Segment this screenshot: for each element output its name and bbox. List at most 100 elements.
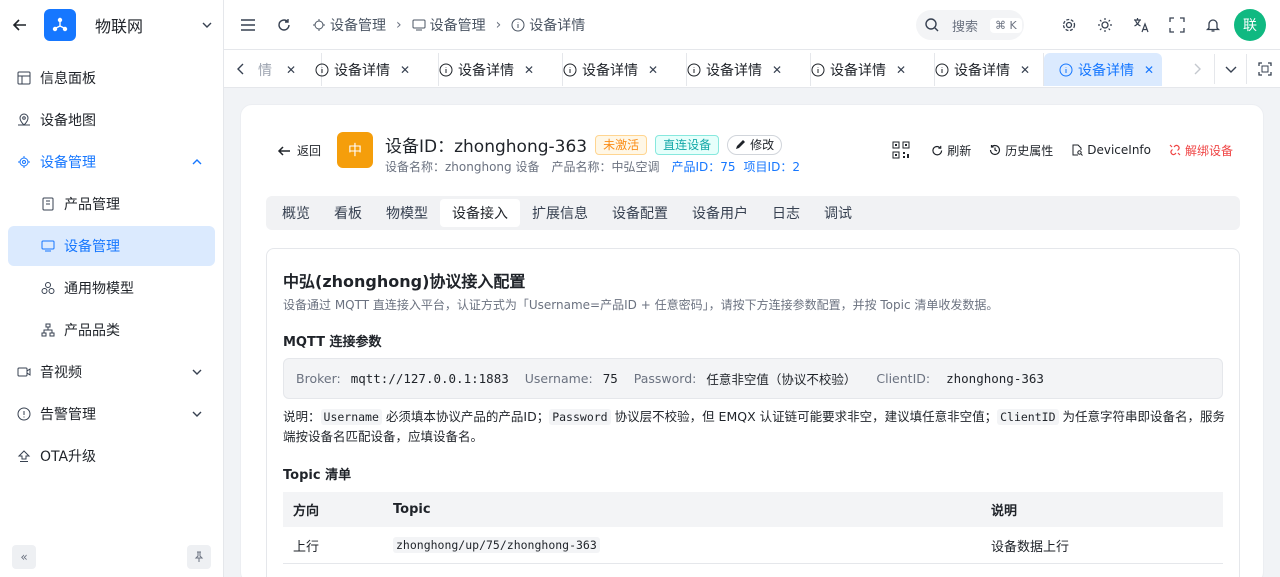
- qrcode-icon: [892, 141, 910, 159]
- close-icon[interactable]: ✕: [1020, 63, 1030, 77]
- refresh-button[interactable]: 刷新: [932, 142, 971, 159]
- close-icon[interactable]: ✕: [896, 63, 906, 77]
- tab-partial[interactable]: 情 ✕: [256, 53, 322, 86]
- app-logo: [44, 9, 76, 41]
- close-icon[interactable]: ✕: [400, 63, 410, 77]
- topic-code[interactable]: zhonghong/up/75/zhonghong-363: [393, 536, 600, 553]
- chevron-left-icon[interactable]: [234, 62, 248, 76]
- tab-device-detail[interactable]: 设备详情 ✕: [687, 53, 811, 86]
- info-icon: [1059, 63, 1073, 76]
- sidebar-item-device-map[interactable]: 设备地图: [8, 100, 215, 140]
- tab-label: 设备详情: [458, 62, 514, 79]
- model-icon: [40, 280, 56, 296]
- chevron-down-icon: [192, 369, 202, 375]
- subtab-dashboard[interactable]: 看板: [322, 199, 374, 227]
- sidebar-item-device-management[interactable]: 设备管理: [8, 142, 215, 182]
- collapse-sidebar-icon[interactable]: «: [12, 545, 36, 569]
- page-tabs: 情 ✕ 设备详情 ✕ 设备详情 ✕ 设备详情 ✕ 设备详情 ✕ 设备详情 ✕ 设…: [224, 50, 1280, 88]
- sidebar-item-product-management[interactable]: 产品管理: [8, 184, 215, 224]
- upgrade-icon: [16, 448, 32, 464]
- subtab-thing-model[interactable]: 物模型: [374, 199, 440, 227]
- header-actions: 刷新 历史属性 DeviceInfo 解绑设备: [874, 141, 1233, 159]
- sidebar-item-ota[interactable]: OTA升级: [8, 436, 215, 476]
- subtab-debug[interactable]: 调试: [812, 199, 864, 227]
- history-label: 历史属性: [1005, 143, 1054, 158]
- sidebar-item-label: 音视频: [40, 365, 82, 381]
- chevron-down-icon[interactable]: [1224, 62, 1238, 76]
- sidebar-footer: «: [0, 545, 223, 569]
- tab-device-detail[interactable]: 设备详情 ✕: [439, 53, 563, 86]
- product-id-link[interactable]: 产品ID：75: [671, 158, 735, 175]
- device-detail-card: 返回 中 设备ID：zhonghong-363 未激活 直连设备 修改 设备名称…: [240, 104, 1264, 577]
- search-button[interactable]: 搜索 ⌘ K: [916, 10, 1024, 40]
- breadcrumb-separator: ›: [495, 16, 502, 33]
- password-key: Password:: [633, 371, 697, 386]
- subtab-device-config[interactable]: 设备配置: [600, 199, 680, 227]
- close-icon[interactable]: ✕: [524, 63, 534, 77]
- connection-badge: 直连设备: [655, 134, 720, 155]
- translate-icon[interactable]: [1132, 16, 1150, 34]
- clientid-value: zhonghong-363: [946, 371, 1044, 386]
- avatar[interactable]: 联: [1234, 9, 1266, 41]
- subtab-overview[interactable]: 概览: [270, 199, 322, 227]
- topic-cell: zhonghong/up/75/zhonghong-363: [393, 536, 991, 553]
- breadcrumb-item[interactable]: 设备管理: [330, 15, 386, 35]
- deviceinfo-button[interactable]: DeviceInfo: [1071, 143, 1151, 157]
- sidebar-item-alerts[interactable]: 告警管理: [8, 394, 215, 434]
- close-icon[interactable]: ✕: [1144, 63, 1154, 77]
- sidebar-item-label: 产品管理: [64, 197, 120, 213]
- subtab-logs[interactable]: 日志: [760, 199, 812, 227]
- settings-icon[interactable]: [1060, 16, 1078, 34]
- subtab-extended-info[interactable]: 扩展信息: [520, 199, 600, 227]
- unbind-button[interactable]: 解绑设备: [1169, 142, 1233, 159]
- sidebar-item-device-list[interactable]: 设备管理: [8, 226, 215, 266]
- device-title: 设备ID：zhonghong-363: [385, 137, 588, 157]
- broker-key: Broker:: [296, 371, 341, 386]
- refresh-icon[interactable]: [276, 17, 292, 33]
- sidebar-item-product-category[interactable]: 产品品类: [8, 310, 215, 350]
- subtab-device-users[interactable]: 设备用户: [680, 199, 760, 227]
- device-meta: 设备名称：zhonghong 设备 产品名称：中弘空调 产品ID：75 项目ID…: [385, 158, 808, 175]
- history-button[interactable]: 历史属性: [989, 142, 1053, 159]
- breadcrumb-item[interactable]: 设备管理: [430, 15, 486, 35]
- subtab-device-access[interactable]: 设备接入: [440, 199, 520, 227]
- maximize-icon[interactable]: [1258, 62, 1272, 76]
- section-description: 设备通过 MQTT 直连接入平台，认证方式为「Username=产品ID + 任…: [283, 298, 999, 312]
- info-icon: [439, 63, 453, 76]
- chevron-right-icon[interactable]: [1190, 62, 1204, 76]
- tab-device-detail[interactable]: 设备详情 ✕: [563, 53, 687, 86]
- close-icon[interactable]: ✕: [286, 63, 296, 77]
- bell-icon[interactable]: [1204, 16, 1222, 34]
- tab-device-detail-active[interactable]: 设备详情 ✕: [1044, 53, 1162, 86]
- video-icon: [16, 364, 32, 380]
- sidebar-item-thing-model[interactable]: 通用物模型: [8, 268, 215, 308]
- chevron-down-icon[interactable]: [201, 19, 213, 31]
- tab-device-detail[interactable]: 设备详情 ✕: [315, 53, 439, 86]
- sidebar-header: 物联网: [0, 0, 223, 50]
- theme-sun-icon[interactable]: [1096, 16, 1114, 34]
- refresh-icon: [932, 145, 943, 155]
- sidebar-item-audio-video[interactable]: 音视频: [8, 352, 215, 392]
- note-text: 必须填本协议产品的产品ID；: [381, 409, 550, 424]
- back-button[interactable]: 返回: [277, 142, 321, 159]
- close-icon[interactable]: ✕: [772, 63, 782, 77]
- fullscreen-icon[interactable]: [1168, 16, 1186, 34]
- tab-device-detail[interactable]: 设备详情 ✕: [811, 53, 935, 86]
- pin-icon[interactable]: [187, 545, 211, 569]
- device-name-meta: 设备名称：zhonghong 设备: [385, 160, 540, 174]
- tab-device-detail[interactable]: 设备详情 ✕: [935, 53, 1044, 86]
- project-id-link[interactable]: 项目ID：2: [744, 158, 800, 175]
- sidebar-item-label: 设备管理: [64, 239, 120, 255]
- sidebar-item-dashboard[interactable]: 信息面板: [8, 58, 215, 98]
- tab-divider: [1246, 54, 1247, 84]
- mqtt-params-box: Broker: mqtt://127.0.0.1:1883 Username: …: [283, 358, 1223, 399]
- edit-label: 修改: [750, 138, 775, 152]
- menu-toggle-icon[interactable]: [240, 17, 256, 33]
- column-header: 说明: [991, 504, 1018, 519]
- edit-button[interactable]: 修改: [727, 134, 783, 155]
- unlink-icon: [1169, 144, 1181, 156]
- close-icon[interactable]: ✕: [648, 63, 658, 77]
- qrcode-button[interactable]: [892, 141, 914, 159]
- tab-label: 设备详情: [1078, 62, 1134, 79]
- back-arrow-icon[interactable]: [10, 15, 30, 35]
